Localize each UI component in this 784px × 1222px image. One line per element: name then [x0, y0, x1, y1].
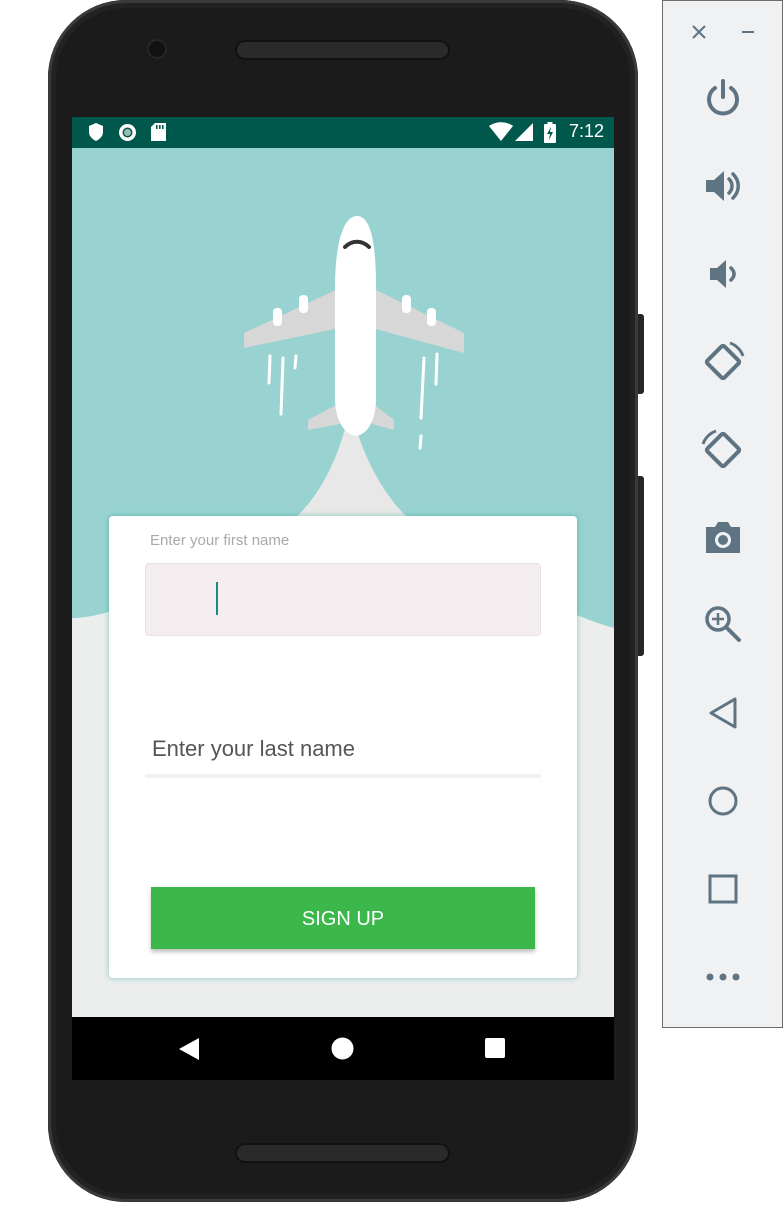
volume-down-icon[interactable] [663, 244, 782, 304]
overview-icon[interactable] [663, 859, 782, 919]
first-name-input[interactable] [145, 563, 541, 636]
last-name-underline [145, 774, 541, 778]
back-icon[interactable] [179, 1038, 199, 1060]
more-icon[interactable] [663, 947, 782, 1007]
wifi-icon [489, 122, 513, 141]
bottom-speaker [235, 1143, 450, 1163]
signup-form-card: Enter your first name Enter your last na… [109, 516, 577, 978]
back-icon[interactable] [663, 683, 782, 743]
close-icon[interactable] [684, 17, 714, 47]
rotate-right-icon[interactable] [663, 420, 782, 480]
shield-icon [89, 123, 103, 141]
record-icon [119, 124, 136, 141]
rotate-left-icon[interactable] [663, 332, 782, 392]
cell-signal-icon [515, 123, 533, 141]
volume-up-icon[interactable] [663, 156, 782, 216]
power-side-button[interactable] [638, 314, 644, 394]
first-name-label: Enter your first name [150, 532, 290, 549]
camera-icon[interactable] [663, 507, 782, 567]
status-time: 7:12 [568, 121, 604, 141]
zoom-icon[interactable] [663, 594, 782, 654]
front-camera [149, 41, 165, 57]
minimize-icon[interactable] [733, 17, 763, 47]
last-name-placeholder: Enter your last name [152, 736, 355, 761]
last-name-input[interactable]: Enter your last name [145, 726, 541, 778]
emulator-toolbar [662, 0, 783, 1028]
device-screen: 7:12 Enter your first name Enter your la… [72, 117, 614, 1080]
battery-charging-icon [544, 122, 556, 143]
status-bar: 7:12 [72, 117, 614, 148]
navigation-bar [72, 1017, 614, 1080]
volume-side-button[interactable] [638, 476, 644, 656]
power-icon[interactable] [663, 68, 782, 128]
home-icon[interactable] [663, 771, 782, 831]
home-icon[interactable] [331, 1037, 354, 1060]
sign-up-button[interactable]: SIGN UP [151, 887, 535, 949]
sd-card-icon [151, 123, 166, 141]
recents-icon[interactable] [485, 1038, 505, 1058]
earpiece-speaker [235, 40, 450, 60]
text-cursor [216, 582, 218, 615]
